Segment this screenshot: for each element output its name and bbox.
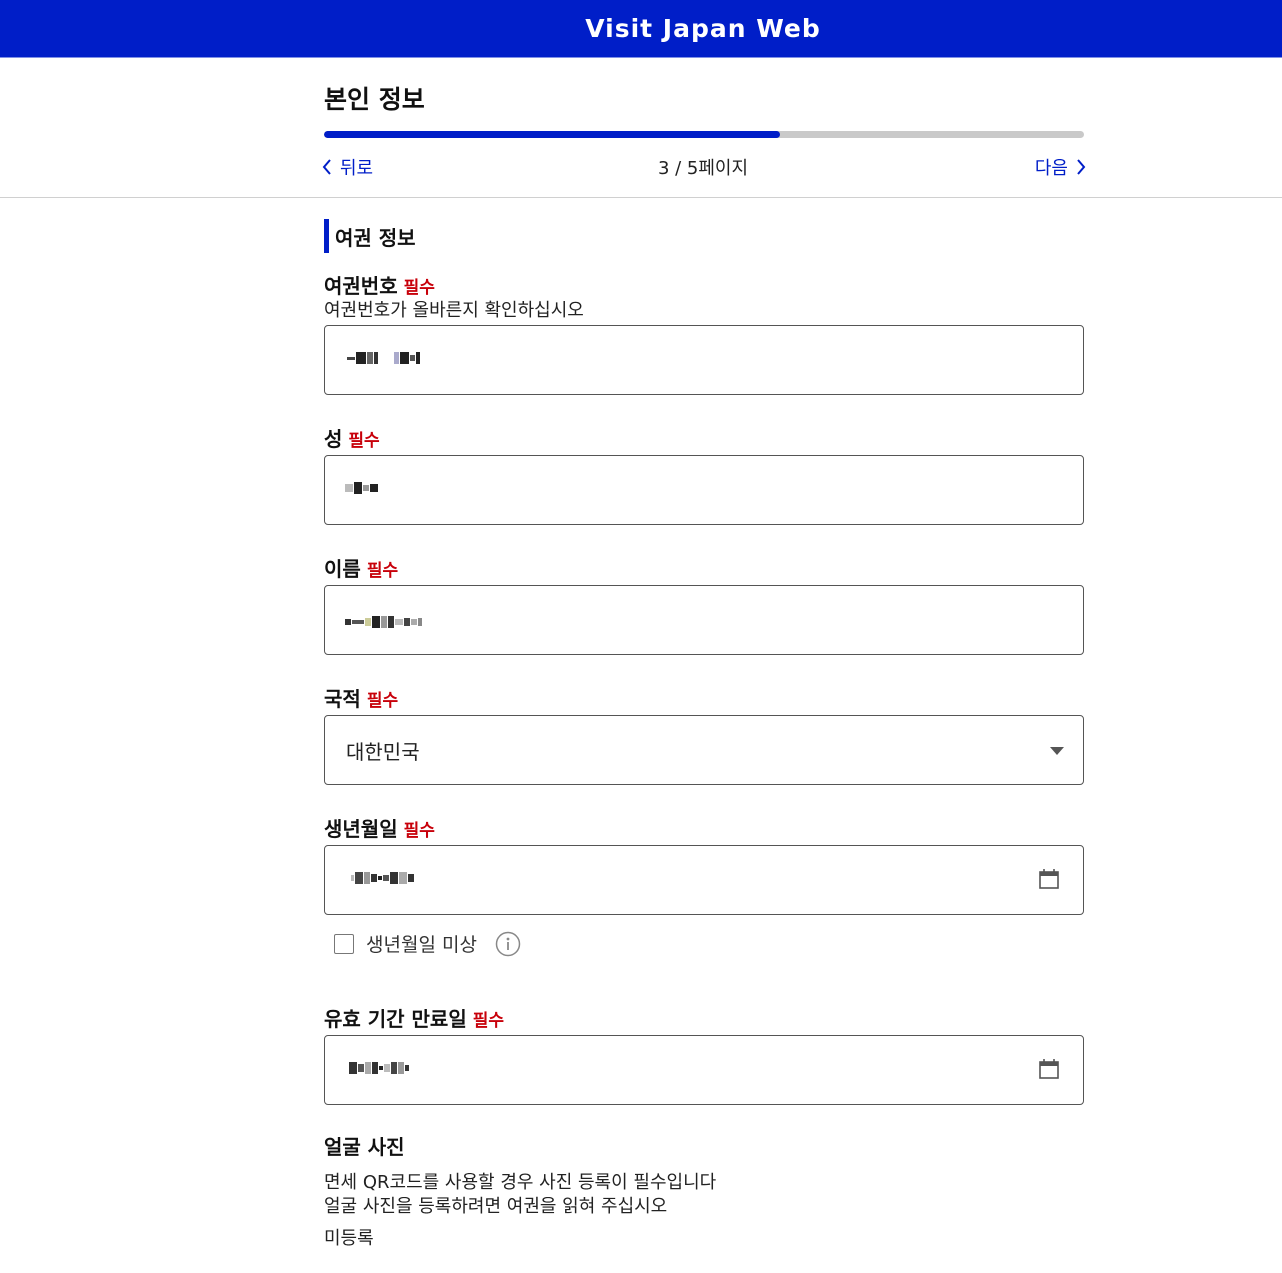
info-icon[interactable] <box>495 931 521 957</box>
redacted-value <box>351 872 414 884</box>
section-heading: 여권 정보 <box>324 219 416 253</box>
birth-unknown-row: 생년월일 미상 <box>334 930 521 957</box>
nationality-select[interactable]: 대한민국 <box>324 715 1084 785</box>
required-badge: 필수 <box>472 1011 505 1031</box>
redacted-value <box>345 482 378 494</box>
page-indicator: 3 / 5페이지 <box>657 158 749 179</box>
nationality-label: 국적 필수 <box>324 687 399 711</box>
face-photo-note-1: 면세 QR코드를 사용할 경우 사진 등록이 필수입니다 <box>324 1172 717 1193</box>
progress-fill <box>324 131 780 138</box>
face-photo-status: 미등록 <box>324 1228 374 1249</box>
next-button[interactable]: 다음 <box>1035 154 1086 180</box>
face-photo-title: 얼굴 사진 <box>324 1135 405 1159</box>
redacted-value <box>349 1062 409 1074</box>
next-label: 다음 <box>1034 158 1068 179</box>
expiry-date-label: 유효 기간 만료일 필수 <box>324 1007 505 1031</box>
required-badge: 필수 <box>403 821 435 841</box>
expiry-date-input[interactable] <box>324 1035 1084 1105</box>
app-title: Visit Japan Web <box>585 14 821 43</box>
given-name-label: 이름 필수 <box>324 557 399 581</box>
calendar-icon[interactable] <box>1038 1058 1060 1080</box>
required-badge: 필수 <box>403 278 435 298</box>
passport-number-label: 여권번호 필수 <box>324 274 435 298</box>
caret-down-icon <box>1050 747 1064 755</box>
page-title: 본인 정보 <box>324 85 425 114</box>
birth-date-label: 생년월일 필수 <box>324 817 435 841</box>
birth-date-input[interactable] <box>324 845 1084 915</box>
birth-unknown-checkbox[interactable] <box>334 933 354 954</box>
nationality-value: 대한민국 <box>346 740 420 764</box>
required-badge: 필수 <box>348 431 380 451</box>
given-name-input[interactable] <box>324 585 1084 655</box>
surname-label: 성 필수 <box>324 427 380 451</box>
surname-input[interactable] <box>324 455 1084 525</box>
passport-number-input[interactable] <box>324 325 1084 395</box>
required-badge: 필수 <box>366 561 399 581</box>
required-badge: 필수 <box>366 691 399 711</box>
face-photo-note-2: 얼굴 사진을 등록하려면 여권을 읽혀 주십시오 <box>324 1196 668 1217</box>
redacted-value <box>345 616 422 628</box>
birth-unknown-label[interactable]: 생년월일 미상 <box>366 930 477 957</box>
progress-bar <box>324 131 1084 138</box>
app-header: Visit Japan Web <box>0 0 1282 58</box>
redacted-value <box>347 352 420 364</box>
step-bar: 본인 정보 뒤로 3 / 5페이지 다음 <box>0 58 1282 198</box>
passport-number-hint: 여권번호가 올바른지 확인하십시오 <box>324 300 584 321</box>
chevron-right-icon <box>1077 159 1086 175</box>
calendar-icon[interactable] <box>1038 868 1060 890</box>
